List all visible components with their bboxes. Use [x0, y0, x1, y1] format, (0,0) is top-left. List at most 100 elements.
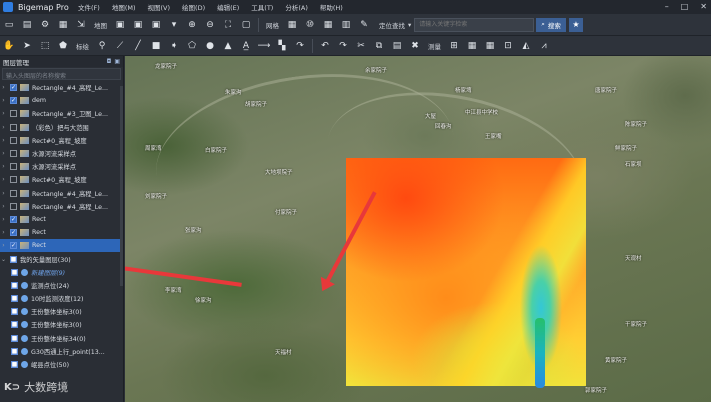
layer-row[interactable]: › （彩色）把与大范围 — [0, 121, 123, 134]
layer-checkbox[interactable]: ■ — [11, 308, 18, 316]
layer-checkbox[interactable]: ✓ — [10, 97, 17, 105]
layer-checkbox[interactable]: ■ — [11, 268, 18, 276]
expand-icon[interactable]: › — [0, 84, 7, 91]
vector-layer-row[interactable]: ■ 监测点位(24) — [0, 279, 123, 292]
map-style-2-icon[interactable]: ▣ — [131, 18, 145, 32]
expand-icon[interactable]: › — [0, 110, 7, 117]
minimize-icon[interactable]: – — [665, 2, 669, 11]
expand-icon[interactable]: › — [0, 137, 7, 144]
collapse-icon[interactable]: ⌄ — [0, 256, 7, 263]
undo-icon[interactable]: ↶ — [318, 39, 332, 53]
group-checkbox[interactable]: ■ — [10, 255, 17, 263]
layer-checkbox[interactable]: ■ — [11, 347, 18, 355]
expand-icon[interactable]: › — [0, 163, 7, 170]
expand-icon[interactable]: › — [0, 190, 7, 197]
expand-icon[interactable]: › — [0, 97, 7, 104]
vector-layer-row[interactable]: ■ 王份整体坐标3(0) — [0, 305, 123, 318]
menu-edit[interactable]: 编辑(E) — [217, 2, 239, 12]
save-icon[interactable]: ▤ — [20, 18, 34, 32]
panel-scrollbar[interactable] — [120, 86, 123, 286]
grid-table-icon[interactable]: ▦ — [321, 18, 335, 32]
select-area-icon[interactable]: ⬚ — [38, 39, 52, 53]
polygon-icon[interactable]: ⬠ — [185, 39, 199, 53]
layer-checkbox[interactable] — [10, 176, 17, 184]
copy-icon[interactable]: ⧉ — [372, 39, 386, 53]
terrain-icon[interactable]: ◭ — [519, 39, 533, 53]
layer-checkbox[interactable] — [10, 163, 17, 171]
vector-layer-row[interactable]: ■ 王份整体坐标34(0) — [0, 332, 123, 345]
layer-row[interactable]: › ✓ Rect — [0, 213, 123, 226]
marker-icon[interactable]: ⚲ — [95, 39, 109, 53]
expand-icon[interactable]: › — [0, 176, 7, 183]
measure-area-icon[interactable]: ▚ — [275, 39, 289, 53]
map-style-1-icon[interactable]: ▣ — [113, 18, 127, 32]
layer-row[interactable]: › 水源河流采样点 — [0, 147, 123, 160]
menu-tools[interactable]: 工具(T) — [251, 2, 273, 12]
new-file-icon[interactable]: ▭ — [2, 18, 16, 32]
layer-checkbox[interactable] — [10, 202, 17, 210]
layer-checkbox[interactable]: ■ — [11, 321, 18, 329]
pan-hand-icon[interactable]: ✋ — [2, 39, 16, 53]
layer-checkbox[interactable]: ■ — [11, 281, 18, 289]
redo-icon[interactable]: ↷ — [336, 39, 350, 53]
maximize-icon[interactable]: □ — [681, 2, 689, 11]
triangle-icon[interactable]: ▲ — [221, 39, 235, 53]
map-dropdown-icon[interactable]: ▾ — [167, 18, 181, 32]
expand-icon[interactable]: › — [0, 229, 7, 236]
measure-grid-icon[interactable]: ▦ — [483, 39, 497, 53]
menu-file[interactable]: 文件(F) — [78, 2, 100, 12]
polyline-icon[interactable]: ⟋ — [113, 39, 127, 53]
menu-view[interactable]: 视图(V) — [148, 2, 171, 12]
layer-row[interactable]: › Rectangle_#3_卫图_Le... — [0, 107, 123, 120]
export-icon[interactable]: ⇲ — [74, 18, 88, 32]
zoom-in-icon[interactable]: ⊕ — [185, 18, 199, 32]
layers-icon[interactable]: ▦ — [56, 18, 70, 32]
layer-checkbox[interactable]: ■ — [11, 361, 18, 369]
layer-row[interactable]: › Rect#0_高程_坡度 — [0, 134, 123, 147]
vector-layer-row[interactable]: ■ 王份整体坐标3(0) — [0, 318, 123, 331]
layer-row[interactable]: › Rectangle_#4_高程_Le... — [0, 200, 123, 213]
layer-checkbox[interactable]: ✓ — [10, 229, 17, 237]
layer-checkbox[interactable] — [10, 136, 17, 144]
profile-icon[interactable]: ⩘ — [537, 39, 551, 53]
measure-line-icon[interactable]: ⟶ — [257, 39, 271, 53]
grid-line-icon[interactable]: ▥ — [339, 18, 353, 32]
settings-icon[interactable]: ⚙ — [38, 18, 52, 32]
vector-layer-row[interactable]: ■ 新建图层(9) — [0, 266, 123, 279]
menu-map[interactable]: 地图(M) — [112, 2, 136, 12]
cut-icon[interactable]: ✂ — [354, 39, 368, 53]
layer-row[interactable]: › ✓ Rectangle_#4_高程_Le... — [0, 81, 123, 94]
measure-table-icon[interactable]: ▦ — [465, 39, 479, 53]
layer-row[interactable]: › ✓ Rect — [0, 226, 123, 239]
zoom-window-icon[interactable]: ▢ — [239, 18, 253, 32]
expand-icon[interactable]: › — [0, 203, 7, 210]
expand-icon[interactable]: › — [0, 124, 7, 131]
layer-checkbox[interactable] — [10, 150, 17, 158]
paste-icon[interactable]: ▤ — [390, 39, 404, 53]
text-underline-icon[interactable]: A̲ — [239, 39, 253, 53]
layer-row[interactable]: › ✓ dem — [0, 94, 123, 107]
layer-filter-input[interactable]: 输入头图层的名称搜索 — [2, 68, 121, 80]
vector-layer-row[interactable]: ■ 10时监测浓度(12) — [0, 292, 123, 305]
panel-close-icon[interactable]: ▣ — [114, 58, 120, 65]
search-mode-select[interactable]: 定位查找 ▾ — [379, 20, 411, 30]
layer-checkbox[interactable]: ■ — [11, 295, 18, 303]
curve-arrow-icon[interactable]: ↷ — [293, 39, 307, 53]
close-icon[interactable]: ✕ — [700, 2, 707, 11]
measure-distance-icon[interactable]: ⊞ — [447, 39, 461, 53]
search-input[interactable] — [414, 17, 535, 32]
layer-checkbox[interactable] — [10, 189, 17, 197]
layer-row[interactable]: › 水源河流采样点 — [0, 160, 123, 173]
map-view[interactable]: 龙家院子 朱家沟 余家院子 周家湾 大地坝院子 回春沟 胡家院子 杨家塆 白家院子 付家院子 刘家院… — [125, 56, 711, 402]
expand-icon[interactable]: › — [0, 216, 7, 223]
zoom-out-icon[interactable]: ⊖ — [203, 18, 217, 32]
pin-icon[interactable]: ◘ — [107, 58, 112, 65]
rectangle-icon[interactable]: ■ — [149, 39, 163, 53]
layer-row[interactable]: › Rectangle_#4_高程_Le... — [0, 187, 123, 200]
delete-icon[interactable]: ✖ — [408, 39, 422, 53]
menu-draw[interactable]: 绘图(D) — [182, 2, 205, 12]
layer-checkbox[interactable] — [10, 123, 17, 131]
menu-help[interactable]: 帮助(H) — [320, 2, 343, 12]
layer-checkbox[interactable]: ■ — [11, 334, 18, 342]
map-style-3-icon[interactable]: ▣ — [149, 18, 163, 32]
